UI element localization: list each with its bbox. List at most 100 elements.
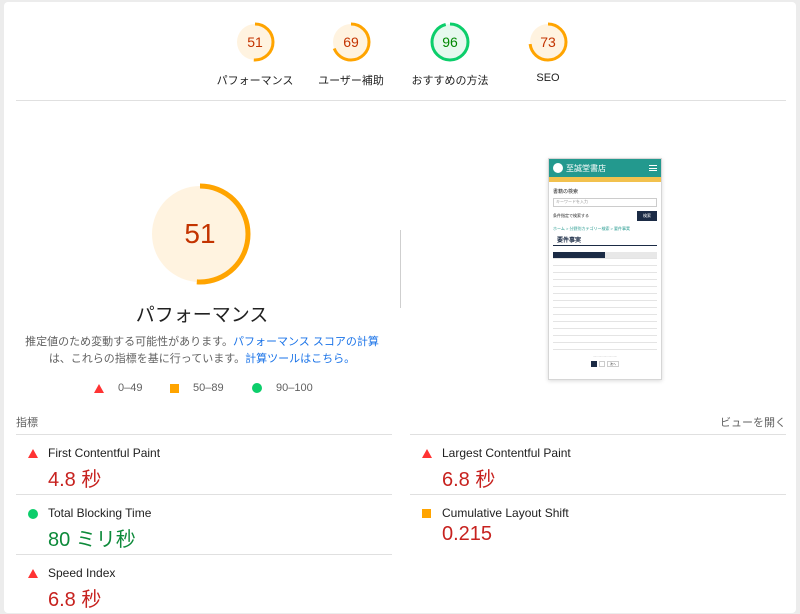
site-footer-note: ............................. [592,354,618,358]
gauge-ring: 51 [233,20,277,64]
metric-name: Speed Index [48,566,116,580]
gauge-performance[interactable]: 51 パフォーマンス [200,20,310,88]
score-calculation-link[interactable]: パフォーマンス スコアの計算 [233,336,379,348]
grid-cell [605,315,657,322]
fail-triangle-icon [28,569,38,578]
metric-name: Cumulative Layout Shift [442,506,569,520]
gauge-score: 73 [540,34,556,50]
search-row: 条件指定で検索する 検索 [549,208,661,224]
grid-cell [605,280,657,287]
grid-cell [553,336,605,343]
legend-fail: 0–49 [94,382,142,394]
hamburger-menu-icon [649,165,657,171]
legend-pass-label: 90–100 [276,382,313,394]
grid-cell [605,273,657,280]
category-gauges: 51 パフォーマンス 69 ユーザー補助 96 おすすめの方法 73 SEO [4,2,796,100]
gauge-label: SEO [536,72,560,84]
desc-text-2: は、これらの指標を基に行っています。 [48,353,246,365]
grid-cell [605,329,657,336]
metric-value: 6.8 秒 [442,469,496,491]
grid-cell [553,280,605,287]
gauge-label: おすすめの方法 [411,75,489,87]
metric-value: 0.215 [442,523,493,545]
average-square-icon [170,383,179,393]
grid-cell [605,287,657,294]
gauge-seo[interactable]: 73 SEO [493,20,603,84]
grid-cell [553,294,605,301]
site-breadcrumb: ホーム > 分野別カテゴリー検索 > 要件事実 [553,226,630,231]
gauge-best-practices[interactable]: 96 おすすめの方法 [395,20,505,88]
performance-main-gauge: 51 [148,182,252,286]
toggle-view-button[interactable]: ビューを開く [720,414,786,430]
desc-text-1: 推定値のため変動する可能性があります。 [25,336,234,348]
average-square-icon [422,509,431,518]
grid-cell [553,273,605,280]
grid-cell [605,252,657,259]
site-search-button: 検索 [637,211,657,221]
grid-cell [605,294,657,301]
gauge-ring: 96 [428,20,472,64]
report-card: 51 パフォーマンス 69 ユーザー補助 96 おすすめの方法 73 SEO 5… [4,2,796,613]
metric-value: 80 ミリ秒 [48,529,136,551]
grid-cell [553,287,605,294]
vertical-divider [400,230,401,308]
metric-name: Largest Contentful Paint [442,446,571,460]
metric-value: 4.8 秒 [48,469,102,491]
grid-cell [605,266,657,273]
metric-cls: Cumulative Layout Shift 0.215 [410,494,786,554]
pager-next: 次へ [607,361,619,367]
metrics-heading: 指標 [16,417,38,429]
performance-title: パフォーマンス [135,305,269,326]
fail-triangle-icon [94,383,104,393]
metric-si: Speed Index 6.8 秒 [16,554,392,614]
metric-tbt: Total Blocking Time 80 ミリ秒 [16,494,392,554]
gauge-score: 96 [442,34,458,50]
gauge-accessibility[interactable]: 69 ユーザー補助 [296,20,406,88]
metric-fcp: First Contentful Paint 4.8 秒 [16,434,392,494]
header-divider [16,100,786,101]
advanced-search-label: 条件指定で検索する [553,213,589,218]
gauge-ring: 69 [329,20,373,64]
performance-description: 推定値のため変動する可能性があります。パフォーマンス スコアの計算 は、これらの… [22,334,382,368]
legend-average-label: 50–89 [193,382,224,394]
grid-cell [553,315,605,322]
grid-cell [553,322,605,329]
fail-triangle-icon [422,449,432,458]
calculator-link[interactable]: 計算ツールはこちら。 [245,353,355,365]
site-logo-icon [553,163,563,173]
site-nav-bar [549,177,661,182]
site-header: 至誠堂書店 [549,159,661,177]
grid-cell [553,259,605,266]
metric-name: First Contentful Paint [48,446,161,460]
metrics-right-column: Largest Contentful Paint 6.8 秒 Cumulativ… [410,434,786,554]
grid-cell [605,308,657,315]
page-screenshot-thumbnail[interactable]: 至誠堂書店 書籍の検索 キーワードを入力 条件指定で検索する 検索 ホーム > … [548,158,662,380]
grid-cell [553,266,605,273]
grid-cell [605,301,657,308]
grid-cell [553,301,605,308]
site-search-input: キーワードを入力 [553,198,657,207]
site-pager: 次へ [549,361,661,367]
pager-page [599,361,605,367]
legend-average: 50–89 [170,382,224,394]
pager-page [591,361,597,367]
gauge-score: 51 [247,34,263,50]
gauge-ring: 73 [526,20,570,64]
category-grid [553,252,657,350]
site-name: 至誠堂書店 [566,163,606,173]
metrics-left-column: First Contentful Paint 4.8 秒 Total Block… [16,434,392,614]
site-section-title: 要件事実 [553,234,657,246]
metric-lcp: Largest Contentful Paint 6.8 秒 [410,434,786,494]
grid-cell [605,336,657,343]
search-heading: 書籍の検索 [553,189,579,195]
grid-cell [553,343,605,350]
legend-pass: 90–100 [252,382,313,394]
legend-fail-label: 0–49 [118,382,143,394]
pass-circle-icon [28,509,38,519]
gauge-label: パフォーマンス [216,75,294,87]
metric-name: Total Blocking Time [48,506,152,520]
grid-cell [605,259,657,266]
gauge-label: ユーザー補助 [318,75,384,87]
gauge-score: 69 [343,34,359,50]
pass-circle-icon [252,383,262,393]
